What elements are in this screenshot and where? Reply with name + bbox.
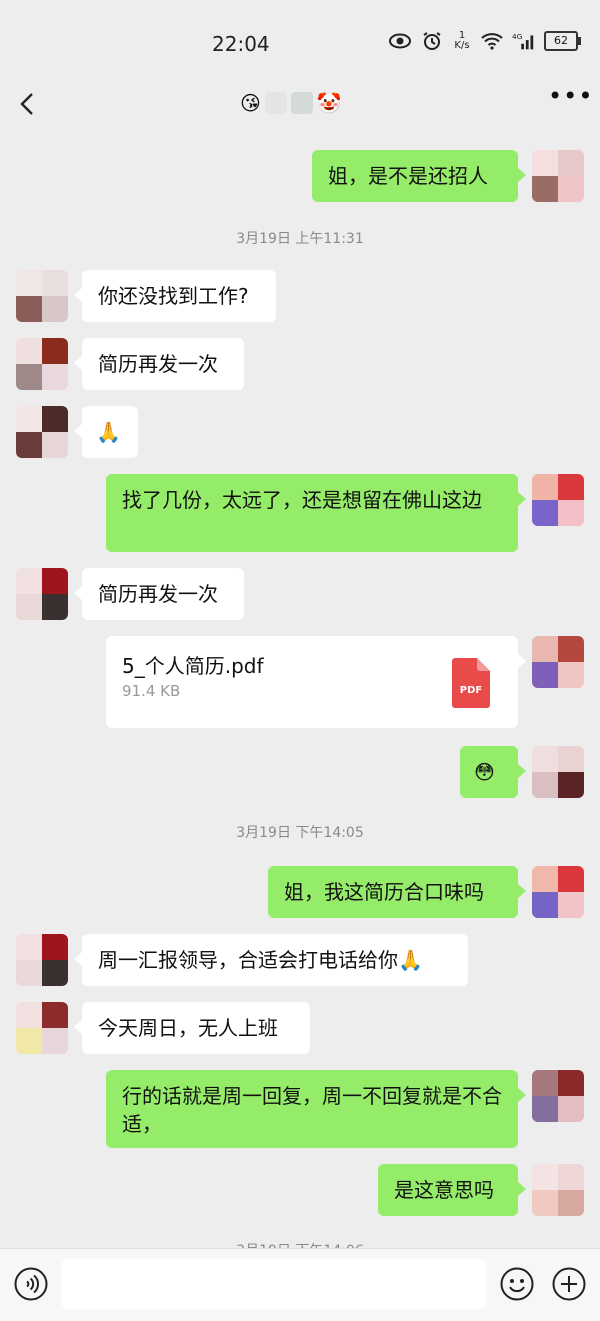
cell-signal-icon: 4G [512,30,536,52]
blurred-name [264,92,287,114]
time-separator: 3月19日 下午14:06 [0,1240,600,1248]
avatar-self[interactable] [532,1164,584,1216]
back-button[interactable] [14,86,42,122]
avatar-self[interactable] [532,636,584,688]
avatar-contact[interactable] [16,1002,68,1054]
message-bubble-contact[interactable]: 简历再发一次 [74,568,244,620]
message-bubble-contact[interactable]: 🙏 [74,406,138,458]
net-speed: 1 K/s [452,31,472,51]
message-bubble-self[interactable]: 找了几份，太远了，还是想留在佛山这边 [106,474,526,552]
message-bubble-self[interactable]: 是这意思吗 [378,1164,526,1216]
avatar-self[interactable] [532,866,584,918]
avatar-self[interactable] [532,746,584,798]
message-bubble-contact[interactable]: 你还没找到工作? [74,270,276,322]
net-speed-unit: K/s [454,40,470,51]
message-input[interactable] [62,1259,486,1309]
wifi-icon [480,30,504,52]
avatar-contact[interactable] [16,406,68,458]
avatar-contact[interactable] [16,934,68,986]
time-separator: 3月19日 上午11:31 [236,231,364,247]
title-emoji-left: 😘 [240,91,261,115]
message-bubble-self[interactable]: 😳 [460,746,526,798]
blurred-name [290,92,313,114]
message-bubble-contact[interactable]: 周一汇报领导，合适会打电话给你🙏 [74,934,468,986]
avatar-self[interactable] [532,474,584,526]
avatar-contact[interactable] [16,568,68,620]
chat-header: 😘 🤡 ••• [0,78,600,130]
message-bubble-contact[interactable]: 今天周日，无人上班 [74,1002,310,1054]
avatar-contact[interactable] [16,338,68,390]
chat-messages: 姐，是不是还招人 3月19日 上午11:31 你还没找到工作? 简历再发一次 🙏 [0,130,600,1248]
plus-icon [552,1267,586,1301]
avatar-contact[interactable] [16,270,68,322]
file-size: 91.4 KB [122,682,181,700]
emoji-button[interactable] [500,1267,534,1301]
file-name: 5_个人简历.pdf [122,654,264,678]
chevron-left-icon [20,93,33,115]
message-bubble-self[interactable]: 姐，我这简历合口味吗 [268,866,526,918]
more-functions-button[interactable] [552,1267,586,1301]
chat-title: 😘 🤡 [240,86,342,120]
alarm-icon [420,30,444,52]
network-type: 4G [512,32,523,41]
emoji-icon [500,1267,534,1301]
status-icons: 1 K/s 4G 62 [388,30,581,52]
input-bar [0,1248,600,1321]
time-separator: 3月19日 下午14:05 [236,825,364,841]
more-options-button[interactable]: ••• [548,84,592,116]
message-bubble-contact[interactable]: 简历再发一次 [74,338,244,390]
title-emoji-right: 🤡 [316,91,342,115]
avatar-self[interactable] [532,150,584,202]
voice-icon [14,1267,48,1301]
voice-button[interactable] [14,1267,48,1301]
battery-indicator: 62 [544,31,581,51]
status-time: 22:04 [212,32,270,56]
pdf-file-icon: PDF [452,658,490,708]
status-bar: 22:04 1 K/s 4G 62 [0,0,600,78]
eye-icon [388,30,412,52]
message-bubble-self[interactable]: 姐，是不是还招人 [312,150,526,202]
file-message[interactable]: 5_个人简历.pdf 91.4 KB PDF [106,636,526,728]
pdf-label: PDF [460,685,482,696]
message-bubble-self[interactable]: 行的话就是周一回复，周一不回复就是不合适， [106,1070,526,1148]
avatar-self[interactable] [532,1070,584,1122]
